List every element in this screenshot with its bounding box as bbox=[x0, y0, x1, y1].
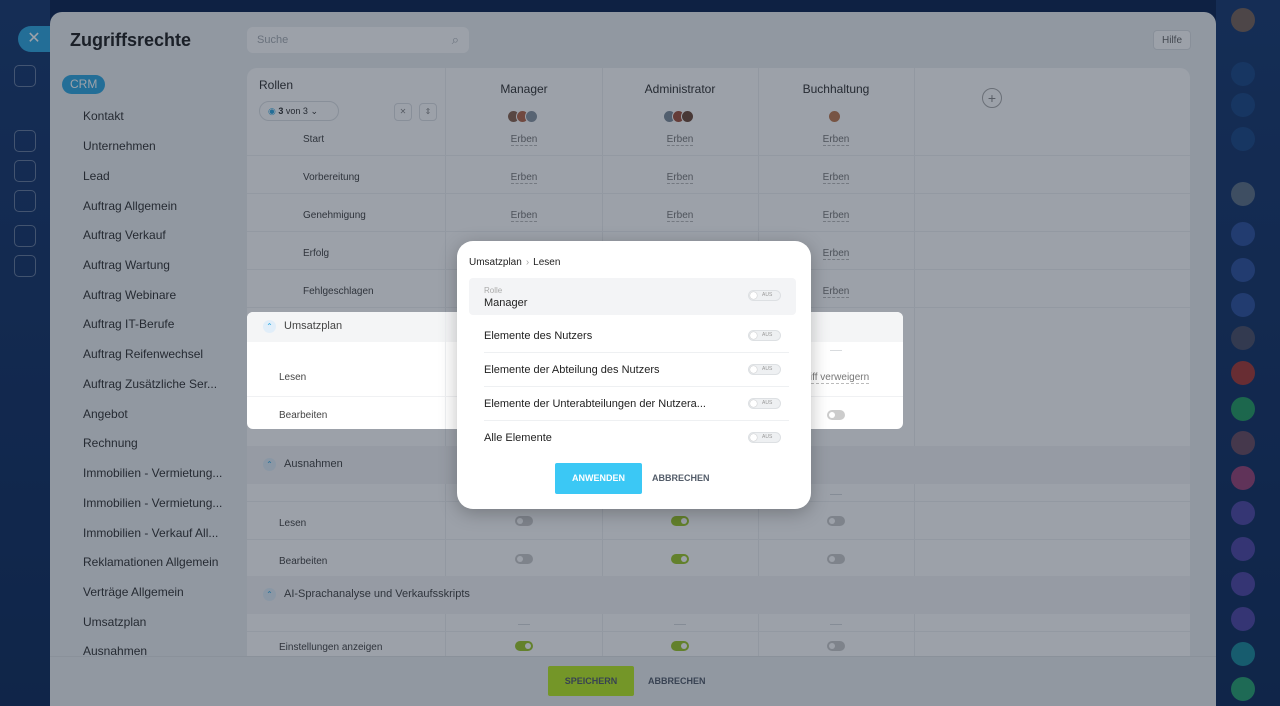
option-row: Elemente des Nutzers AUS bbox=[484, 319, 789, 353]
chevron-up-icon: ⌃ bbox=[263, 320, 276, 333]
option-switch[interactable]: AUS bbox=[748, 364, 781, 375]
permission-popup: Umsatzplan › Lesen Rolle Manager AUS Eleme… bbox=[457, 241, 811, 509]
toggle-buchhaltung[interactable] bbox=[827, 410, 845, 420]
role-switch[interactable]: AUS bbox=[748, 290, 781, 301]
popup-cancel-button[interactable]: ABBRECHEN bbox=[652, 463, 710, 494]
option-switch[interactable]: AUS bbox=[748, 432, 781, 443]
option-row: Elemente der Unterabteilungen der Nutzer… bbox=[484, 387, 789, 421]
row-label: Lesen bbox=[279, 372, 307, 383]
role-caption: Rolle bbox=[484, 286, 503, 295]
option-label: Elemente der Abteilung des Nutzers bbox=[484, 364, 660, 376]
chevron-right-icon: › bbox=[525, 257, 530, 268]
option-label: Elemente der Unterabteilungen der Nutzer… bbox=[484, 398, 706, 410]
option-switch[interactable]: AUS bbox=[748, 330, 781, 341]
row-label: Bearbeiten bbox=[279, 410, 328, 421]
role-row: Rolle Manager AUS bbox=[469, 278, 796, 315]
deny-access-link[interactable]: griff verweigern bbox=[801, 372, 870, 384]
breadcrumb: Umsatzplan › Lesen bbox=[469, 257, 560, 268]
divider bbox=[830, 350, 842, 351]
option-row: Elemente der Abteilung des Nutzers AUS bbox=[484, 353, 789, 387]
section-title: Umsatzplan bbox=[284, 320, 343, 332]
breadcrumb-item: Umsatzplan bbox=[469, 257, 522, 268]
role-value: Manager bbox=[484, 297, 528, 309]
breadcrumb-item: Lesen bbox=[533, 257, 561, 268]
option-row: Alle Elemente AUS bbox=[484, 421, 789, 455]
option-switch[interactable]: AUS bbox=[748, 398, 781, 409]
apply-button[interactable]: ANWENDEN bbox=[555, 463, 642, 494]
option-label: Alle Elemente bbox=[484, 432, 552, 444]
option-label: Elemente des Nutzers bbox=[484, 330, 593, 342]
column-divider bbox=[445, 312, 446, 429]
